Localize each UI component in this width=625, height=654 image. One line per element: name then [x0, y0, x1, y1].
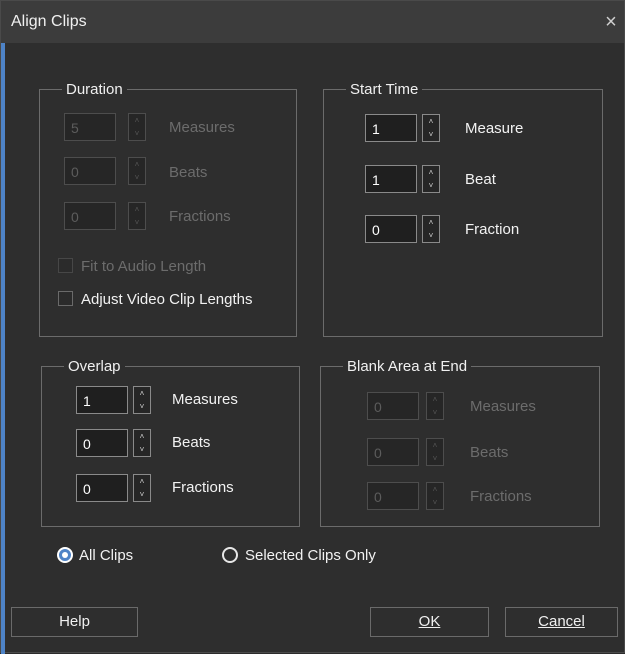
all-clips-radio[interactable]: [57, 547, 73, 563]
spin-down-icon[interactable]: ˅: [423, 229, 439, 242]
adjust-video-label: Adjust Video Clip Lengths: [81, 291, 253, 308]
spin-up-icon[interactable]: ˄: [423, 115, 439, 128]
adjust-video-checkbox[interactable]: [58, 291, 73, 306]
overlap-legend: Overlap: [68, 358, 121, 375]
overlap-measures-input[interactable]: 1: [76, 386, 128, 414]
start-fraction-input[interactable]: 0: [365, 215, 417, 243]
spin-up-icon[interactable]: ˄: [129, 114, 145, 127]
ok-button-label: OK: [418, 613, 441, 630]
selected-clips-radio[interactable]: [222, 547, 238, 563]
spin-down-icon[interactable]: ˅: [427, 406, 443, 419]
start-beat-spinner[interactable]: ˄ ˅: [422, 165, 440, 193]
spin-down-icon[interactable]: ˅: [134, 488, 150, 501]
align-clips-dialog: Align Clips × Duration 5 ˄ ˅ Measures 0 …: [0, 0, 625, 654]
duration-legend: Duration: [66, 81, 123, 98]
cancel-button[interactable]: Cancel: [505, 607, 618, 637]
title-bar: Align Clips ×: [1, 1, 624, 43]
spin-down-icon[interactable]: ˅: [129, 127, 145, 140]
duration-measures-spinner[interactable]: ˄ ˅: [128, 113, 146, 141]
blank-measures-label: Measures: [470, 398, 536, 415]
overlap-fractions-label: Fractions: [172, 479, 234, 496]
spin-up-icon[interactable]: ˄: [134, 387, 150, 400]
spin-up-icon[interactable]: ˄: [427, 483, 443, 496]
duration-beats-input[interactable]: 0: [64, 157, 116, 185]
cancel-button-label: Cancel: [538, 613, 585, 630]
spin-up-icon[interactable]: ˄: [427, 439, 443, 452]
spin-up-icon[interactable]: ˄: [423, 216, 439, 229]
close-icon[interactable]: ×: [600, 11, 622, 33]
spin-down-icon[interactable]: ˅: [423, 179, 439, 192]
help-button[interactable]: Help: [11, 607, 138, 637]
spin-down-icon[interactable]: ˅: [427, 452, 443, 465]
spin-down-icon[interactable]: ˅: [134, 400, 150, 413]
duration-beats-spinner[interactable]: ˄ ˅: [128, 157, 146, 185]
start-beat-label: Beat: [465, 171, 496, 188]
overlap-beats-input[interactable]: 0: [76, 429, 128, 457]
spin-down-icon[interactable]: ˅: [134, 443, 150, 456]
spin-down-icon[interactable]: ˅: [129, 171, 145, 184]
fit-audio-checkbox[interactable]: [58, 258, 73, 273]
spin-down-icon[interactable]: ˅: [427, 496, 443, 509]
spin-up-icon[interactable]: ˄: [423, 166, 439, 179]
start-time-legend: Start Time: [350, 81, 419, 98]
fit-audio-label: Fit to Audio Length: [81, 258, 207, 275]
spin-up-icon[interactable]: ˄: [134, 430, 150, 443]
spin-up-icon[interactable]: ˄: [427, 393, 443, 406]
spin-up-icon[interactable]: ˄: [129, 203, 145, 216]
spin-down-icon[interactable]: ˅: [129, 216, 145, 229]
overlap-beats-label: Beats: [172, 434, 211, 451]
start-fraction-spinner[interactable]: ˄ ˅: [422, 215, 440, 243]
window-accent-border: [1, 1, 5, 654]
spin-down-icon[interactable]: ˅: [423, 128, 439, 141]
spin-up-icon[interactable]: ˄: [129, 158, 145, 171]
blank-area-group: Blank Area at End: [320, 358, 600, 527]
duration-measures-input[interactable]: 5: [64, 113, 116, 141]
ok-button[interactable]: OK: [370, 607, 489, 637]
blank-measures-spinner[interactable]: ˄ ˅: [426, 392, 444, 420]
all-clips-label: All Clips: [79, 547, 134, 564]
blank-fractions-spinner[interactable]: ˄ ˅: [426, 482, 444, 510]
blank-fractions-label: Fractions: [470, 488, 532, 505]
start-measure-input[interactable]: 1: [365, 114, 417, 142]
spin-up-icon[interactable]: ˄: [134, 475, 150, 488]
overlap-beats-spinner[interactable]: ˄ ˅: [133, 429, 151, 457]
start-measure-label: Measure: [465, 120, 524, 137]
blank-beats-input[interactable]: 0: [367, 438, 419, 466]
blank-beats-spinner[interactable]: ˄ ˅: [426, 438, 444, 466]
selected-clips-label: Selected Clips Only: [245, 547, 376, 564]
start-fraction-label: Fraction: [465, 221, 520, 238]
overlap-fractions-input[interactable]: 0: [76, 474, 128, 502]
duration-measures-label: Measures: [169, 119, 235, 136]
dialog-title: Align Clips: [11, 13, 87, 30]
blank-area-legend: Blank Area at End: [347, 358, 468, 375]
overlap-fractions-spinner[interactable]: ˄ ˅: [133, 474, 151, 502]
overlap-measures-spinner[interactable]: ˄ ˅: [133, 386, 151, 414]
duration-fractions-input[interactable]: 0: [64, 202, 116, 230]
start-beat-input[interactable]: 1: [365, 165, 417, 193]
duration-fractions-spinner[interactable]: ˄ ˅: [128, 202, 146, 230]
duration-fractions-label: Fractions: [169, 208, 231, 225]
overlap-measures-label: Measures: [172, 391, 238, 408]
blank-measures-input[interactable]: 0: [367, 392, 419, 420]
blank-beats-label: Beats: [470, 444, 509, 461]
start-measure-spinner[interactable]: ˄ ˅: [422, 114, 440, 142]
duration-beats-label: Beats: [169, 164, 208, 181]
blank-fractions-input[interactable]: 0: [367, 482, 419, 510]
